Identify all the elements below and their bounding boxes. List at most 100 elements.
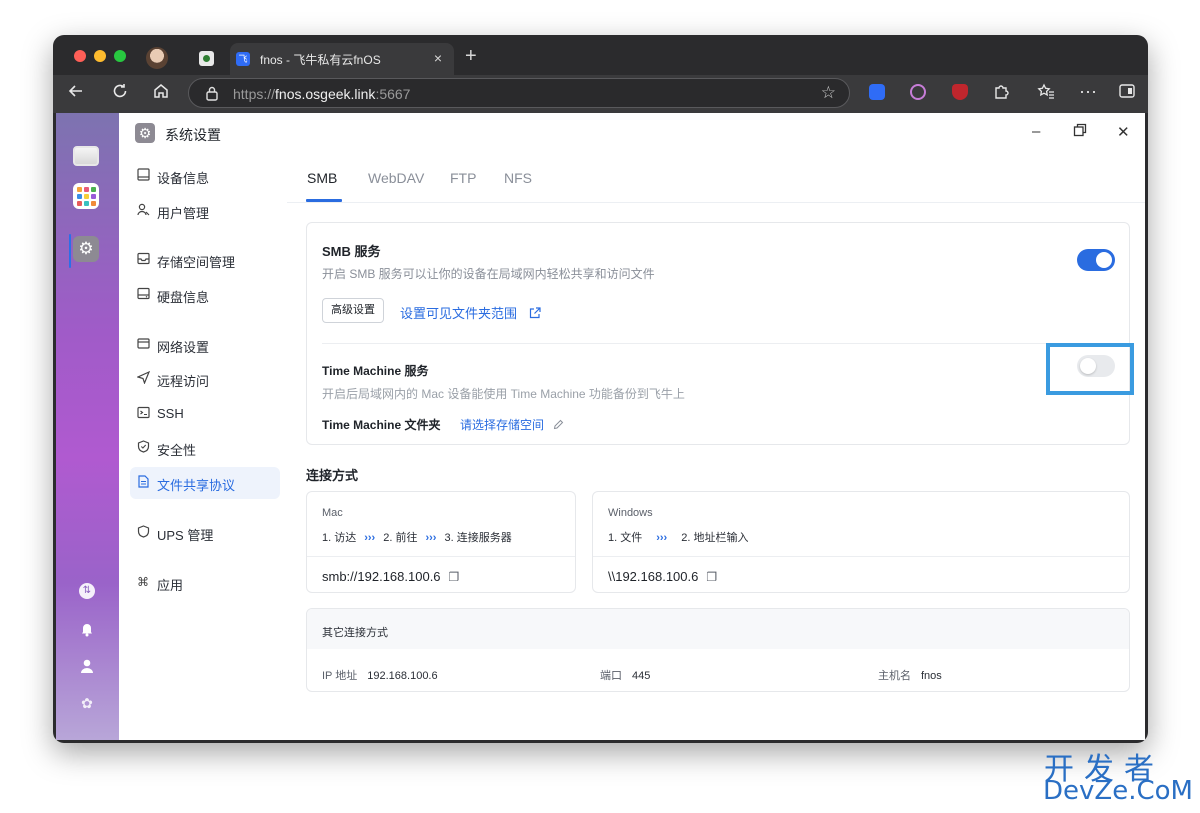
smb-service-desc: 开启 SMB 服务可以让你的设备在局域网内轻松共享和访问文件 bbox=[322, 267, 655, 281]
user-avatar-icon[interactable] bbox=[79, 658, 95, 674]
mac-title: Mac bbox=[322, 507, 343, 519]
sidebar-toggle-icon[interactable] bbox=[1118, 82, 1136, 105]
time-machine-desc: 开启后局域网内的 Mac 设备能使用 Time Machine 功能备份到飞牛上 bbox=[322, 387, 685, 401]
smb-service-toggle[interactable] bbox=[1077, 249, 1115, 271]
profile-avatar[interactable] bbox=[146, 47, 168, 69]
tab-webdav[interactable]: WebDAV bbox=[368, 170, 424, 186]
shield-outline-icon bbox=[136, 525, 150, 539]
copy-icon[interactable]: ❐ bbox=[706, 570, 717, 584]
sidebar-item-file-sharing[interactable]: 文件共享协议 bbox=[130, 467, 280, 499]
network-icon bbox=[136, 337, 150, 351]
disk-icon bbox=[136, 287, 150, 301]
tab-group-icon[interactable] bbox=[199, 51, 214, 66]
other-connection-header bbox=[307, 609, 1129, 649]
more-menu-icon[interactable]: ··· bbox=[1079, 80, 1097, 102]
sidebar-item-security[interactable]: 安全性 bbox=[130, 432, 280, 464]
sidebar-item-device-info[interactable]: 设备信息 bbox=[130, 160, 280, 192]
external-link-icon bbox=[529, 307, 541, 319]
browser-toolbar: https://fnos.osgeek.link:5667 ☆ ··· bbox=[53, 75, 1148, 113]
mac-connection-card: Mac 1. 访达 ››› 2. 前往 ››› 3. 连接服务器 smb://192.1… bbox=[306, 491, 576, 593]
sidebar-item-label: 远程访问 bbox=[157, 374, 210, 389]
sidebar-item-label: 存储空间管理 bbox=[157, 255, 236, 270]
send-icon bbox=[135, 370, 150, 385]
advanced-settings-button[interactable]: 高级设置 bbox=[322, 298, 384, 323]
arrow-icon: ››› bbox=[425, 532, 437, 544]
sidebar-item-label: 网络设置 bbox=[157, 340, 210, 355]
app-center-icon[interactable] bbox=[73, 183, 99, 209]
card-divider bbox=[307, 556, 575, 557]
connection-heading: 连接方式 bbox=[306, 468, 359, 483]
sidebar-item-label: SSH bbox=[157, 406, 184, 421]
url-text[interactable]: https://fnos.osgeek.link:5667 bbox=[233, 86, 410, 102]
active-tab-indicator bbox=[306, 199, 342, 202]
extensions-icon[interactable] bbox=[992, 82, 1010, 105]
back-icon[interactable] bbox=[67, 82, 85, 105]
close-icon[interactable]: ✕ bbox=[1117, 123, 1130, 141]
address-bar[interactable]: https://fnos.osgeek.link:5667 ☆ bbox=[188, 78, 850, 108]
sidebar-item-apps[interactable]: ⌘ 应用 bbox=[130, 567, 280, 599]
new-tab-button[interactable]: + bbox=[465, 46, 477, 66]
tab-close-icon[interactable]: × bbox=[434, 50, 442, 66]
sidebar-item-ssh[interactable]: SSH bbox=[130, 398, 280, 430]
sidebar-item-storage[interactable]: 存储空间管理 bbox=[130, 244, 280, 276]
browser-tab-active[interactable]: 飞 fnos - 飞牛私有云fnOS × bbox=[230, 43, 454, 75]
app-title-bar: ⚙ 系统设置 – ✕ bbox=[119, 113, 1145, 153]
reload-icon[interactable] bbox=[111, 82, 129, 105]
card-divider bbox=[593, 556, 1129, 557]
port-field: 端口 445 bbox=[600, 670, 651, 682]
other-connection-card: 其它连接方式 IP 地址 192.168.100.6 端口 445 主机名 fnos bbox=[306, 608, 1130, 692]
transfer-icon[interactable]: ⇅ bbox=[79, 583, 95, 599]
shield-icon bbox=[136, 440, 150, 454]
lock-icon[interactable] bbox=[205, 85, 219, 106]
copy-icon[interactable]: ❐ bbox=[449, 570, 460, 584]
ai-extension-icon[interactable] bbox=[910, 84, 926, 100]
windows-address: \\192.168.100.6 ❐ bbox=[608, 569, 718, 584]
favorite-star-icon[interactable]: ☆ bbox=[821, 83, 836, 103]
other-connection-title: 其它连接方式 bbox=[322, 627, 388, 639]
sidebar-item-label: 文件共享协议 bbox=[157, 478, 236, 493]
settings-app-icon[interactable]: ⚙ bbox=[73, 236, 99, 262]
command-icon: ⌘ bbox=[137, 575, 149, 589]
gear-icon[interactable]: ✿ bbox=[79, 695, 95, 711]
fnos-app: ⚙ ⇅ ✿ ⚙ 系统设置 – ✕ 设备信息 用户管理 存储空间管理 硬盘信息 网… bbox=[56, 113, 1145, 740]
windows-title: Windows bbox=[608, 507, 653, 519]
fnos-favicon-icon: 飞 bbox=[236, 52, 250, 66]
time-machine-folder-label: Time Machine 文件夹 bbox=[322, 418, 441, 432]
time-machine-title: Time Machine 服务 bbox=[322, 364, 429, 378]
ip-address-field: IP 地址 192.168.100.6 bbox=[322, 670, 438, 682]
ublock-extension-icon[interactable] bbox=[952, 84, 968, 100]
visible-folder-scope-link[interactable]: 设置可见文件夹范围 bbox=[400, 303, 541, 322]
sidebar-item-disk-info[interactable]: 硬盘信息 bbox=[130, 279, 280, 311]
mac-steps: 1. 访达 ››› 2. 前往 ››› 3. 连接服务器 bbox=[322, 532, 512, 544]
bell-icon[interactable] bbox=[79, 621, 95, 637]
windows-steps: 1. 文件 ››› 2. 地址栏输入 bbox=[608, 532, 749, 544]
smb-settings-panel: SMB 服务 开启 SMB 服务可以让你的设备在局域网内轻松共享和访问文件 高级… bbox=[287, 203, 1145, 740]
browser-tab-bar: 飞 fnos - 飞牛私有云fnOS × + bbox=[53, 35, 1148, 75]
home-icon[interactable] bbox=[152, 82, 170, 105]
sidebar-item-network[interactable]: 网络设置 bbox=[130, 329, 280, 361]
select-storage-link[interactable]: 请选择存储空间 bbox=[460, 416, 564, 433]
sidebar-item-users[interactable]: 用户管理 bbox=[130, 195, 280, 227]
monitor-app-icon[interactable] bbox=[73, 146, 99, 166]
document-icon bbox=[136, 475, 150, 489]
edit-pencil-icon bbox=[554, 419, 564, 430]
zoom-window-button[interactable] bbox=[114, 50, 126, 62]
tab-nfs[interactable]: NFS bbox=[504, 170, 532, 186]
sidebar-item-ups[interactable]: UPS 管理 bbox=[130, 517, 280, 549]
restore-icon[interactable] bbox=[1073, 123, 1087, 141]
sidebar-item-remote-access[interactable]: 远程访问 bbox=[130, 363, 280, 395]
favorites-icon[interactable] bbox=[1037, 82, 1055, 105]
sidebar-item-label: 用户管理 bbox=[157, 206, 210, 221]
terminal-icon bbox=[136, 406, 150, 420]
arrow-icon: ››› bbox=[364, 532, 376, 544]
bitwarden-extension-icon[interactable] bbox=[869, 84, 885, 100]
browser-window: 飞 fnos - 飞牛私有云fnOS × + https://fnos.osge… bbox=[53, 35, 1148, 743]
dock-active-indicator bbox=[69, 234, 71, 268]
tab-ftp[interactable]: FTP bbox=[450, 170, 476, 186]
minimize-window-button[interactable] bbox=[94, 50, 106, 62]
monitor-icon bbox=[136, 168, 150, 182]
tab-smb[interactable]: SMB bbox=[307, 170, 337, 186]
sidebar-item-label: 硬盘信息 bbox=[157, 290, 210, 305]
minimize-icon[interactable]: – bbox=[1032, 123, 1040, 140]
close-window-button[interactable] bbox=[74, 50, 86, 62]
